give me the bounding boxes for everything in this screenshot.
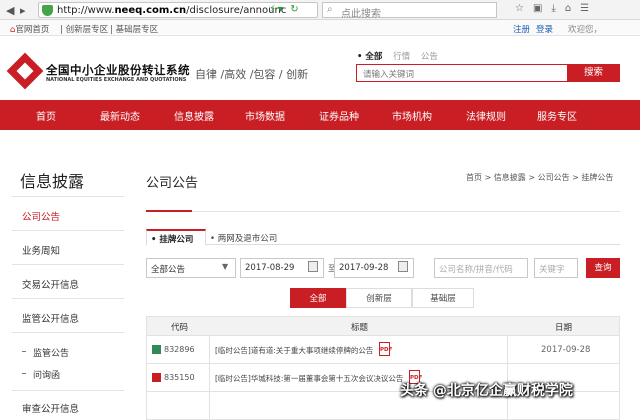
security-shield-icon — [42, 5, 53, 16]
main-nav: 首页 最新动态 信息披露 市场数据 证券品种 市场机构 法律规则 服务专区 — [0, 100, 640, 130]
divider — [12, 298, 124, 299]
search-button[interactable]: 搜索 — [567, 64, 620, 82]
stock-type-icon — [152, 373, 161, 382]
browser-search-box[interactable]: ⌕ 点此搜索 — [322, 2, 497, 20]
column-header-code: 代码 — [171, 323, 189, 333]
sidebar-subitem-inquiry-letter[interactable]: 问询函 — [33, 368, 60, 381]
sidebar-item-trading-info[interactable]: 交易公开信息 — [22, 277, 79, 291]
column-divider — [209, 364, 210, 391]
nav-news[interactable]: 最新动态 — [100, 108, 140, 123]
pdf-icon[interactable]: PDF — [379, 342, 392, 356]
announcement-title[interactable]: [临时公告]道有道:关于重大事项继续停牌的公告 — [215, 345, 373, 356]
nav-services[interactable]: 服务专区 — [537, 108, 577, 123]
tab-listed-companies[interactable]: • 挂牌公司 — [146, 229, 206, 245]
keyword-placeholder: 关键字 — [539, 265, 565, 275]
sidebar-item-company-announcements[interactable]: 公司公告 — [22, 209, 60, 223]
date-from-value: 2017-08-29 — [245, 263, 295, 273]
announcement-date: 2017-09-28 — [541, 345, 591, 355]
register-link[interactable]: 注册 — [513, 23, 530, 35]
divider — [12, 332, 124, 333]
sidebar-subitem-regulatory-announcement[interactable]: 监管公告 — [33, 346, 69, 359]
site-search-input[interactable]: 请输入关键词 — [356, 64, 568, 82]
calendar-icon[interactable] — [308, 261, 318, 272]
scope-tab-quotes[interactable]: 行情 — [393, 52, 410, 62]
welcome-text: 欢迎您， — [568, 25, 603, 35]
search-scope-tabs: • 全部 行情 公告 — [357, 50, 446, 62]
nav-home[interactable]: 首页 — [36, 108, 56, 123]
address-bar[interactable]: http://www.neeq.com.cn/disclosure/announ… — [38, 2, 318, 18]
level-all-button[interactable]: 全部 — [290, 288, 346, 308]
stock-code[interactable]: 835150 — [164, 373, 195, 382]
bookmark-bar: ⌂官网首页 | 创新层专区 | 基础层专区 注册 登录 欢迎您， — [0, 20, 640, 36]
column-header-title: 标题 — [351, 323, 369, 333]
level-basic-button[interactable]: 基础层 — [412, 288, 474, 308]
search-icon: ⌕ — [327, 4, 333, 15]
forward-icon[interactable]: ▸ — [20, 4, 26, 17]
company-search-input[interactable]: 公司名称/拼音/代码 — [434, 258, 528, 278]
divider — [146, 211, 620, 212]
category-select-value: 全部公告 — [151, 265, 186, 275]
bullet-dash — [22, 373, 26, 374]
chevron-down-icon: ▼ — [222, 262, 229, 271]
keyword-input[interactable]: 关键字 — [534, 258, 578, 278]
bookmark-basic[interactable]: | 基础层专区 — [110, 23, 158, 35]
scope-tab-announcements[interactable]: 公告 — [421, 52, 438, 62]
nav-rules[interactable]: 法律规则 — [466, 108, 506, 123]
query-button[interactable]: 查询 — [586, 258, 620, 278]
logo-subtitle: NATIONAL EQUITIES EXCHANGE AND QUOTATION… — [46, 77, 187, 83]
scope-tab-all[interactable]: • 全部 — [357, 52, 382, 62]
sidebar-item-review-info[interactable]: 审查公开信息 — [22, 401, 79, 415]
tab-delisted-companies[interactable]: • 两网及退市公司 — [210, 229, 277, 244]
divider — [12, 196, 124, 197]
bullet-dash — [22, 351, 26, 352]
nav-market-data[interactable]: 市场数据 — [245, 108, 285, 123]
watermark: 头条 @北京亿企赢财税学院 — [400, 383, 573, 399]
table-header: 代码 标题 日期 — [146, 316, 620, 336]
column-divider — [507, 336, 508, 363]
breadcrumb[interactable]: 首页 > 信息披露 > 公司公告 > 挂牌公告 — [466, 172, 613, 183]
date-to-value: 2017-09-28 — [339, 263, 389, 273]
title-underline — [146, 210, 192, 212]
table-row[interactable]: 832896 [临时公告]道有道:关于重大事项继续停牌的公告 PDF 2017-… — [146, 336, 620, 364]
url-text: http://www.neeq.com.cn/disclosure/announ… — [57, 5, 287, 16]
bookmark-innovation[interactable]: | 创新层专区 — [60, 23, 108, 35]
company-search-placeholder: 公司名称/拼音/代码 — [439, 265, 513, 275]
level-innovation-button[interactable]: 创新层 — [346, 288, 412, 308]
sidebar-item-regulatory-info[interactable]: 监管公开信息 — [22, 311, 79, 325]
divider — [12, 264, 124, 265]
search-placeholder: 点此搜索 — [341, 9, 381, 20]
divider — [12, 390, 124, 391]
divider — [12, 230, 124, 231]
slogan: 自律 /高效 /包容 / 创新 — [195, 68, 309, 81]
column-header-date: 日期 — [555, 323, 573, 333]
announcement-title[interactable]: [临时公告]华城科技:第一届董事会第十五次会议决议公告 — [215, 373, 403, 384]
bookmark-home[interactable]: ⌂官网首页 — [10, 23, 49, 35]
column-divider — [209, 392, 210, 419]
nav-institutions[interactable]: 市场机构 — [392, 108, 432, 123]
sidebar-title: 信息披露 — [20, 172, 85, 191]
calendar-icon[interactable] — [398, 261, 408, 272]
sidebar-item-business-notice[interactable]: 业务周知 — [22, 243, 60, 257]
search-input-placeholder: 请输入关键词 — [363, 70, 415, 80]
nav-securities[interactable]: 证券品种 — [319, 108, 359, 123]
login-link[interactable]: 登录 — [536, 23, 553, 35]
toolbar-icons[interactable]: ☆▣⤓⌂☰ — [515, 3, 598, 14]
stock-code[interactable]: 832896 — [164, 345, 195, 354]
logo-title[interactable]: 全国中小企业股份转让系统 — [46, 62, 190, 78]
tabs-divider — [146, 244, 620, 245]
page-title: 公司公告 — [146, 176, 199, 191]
lightning-icon[interactable]: ⚡▾ ↻ — [269, 4, 301, 15]
browser-toolbar: ◀ ▸ http://www.neeq.com.cn/disclosure/an… — [0, 0, 640, 20]
back-icon[interactable]: ◀ — [6, 4, 14, 17]
column-divider — [209, 336, 210, 363]
stock-type-icon — [152, 345, 161, 354]
nav-disclosure[interactable]: 信息披露 — [174, 108, 214, 123]
